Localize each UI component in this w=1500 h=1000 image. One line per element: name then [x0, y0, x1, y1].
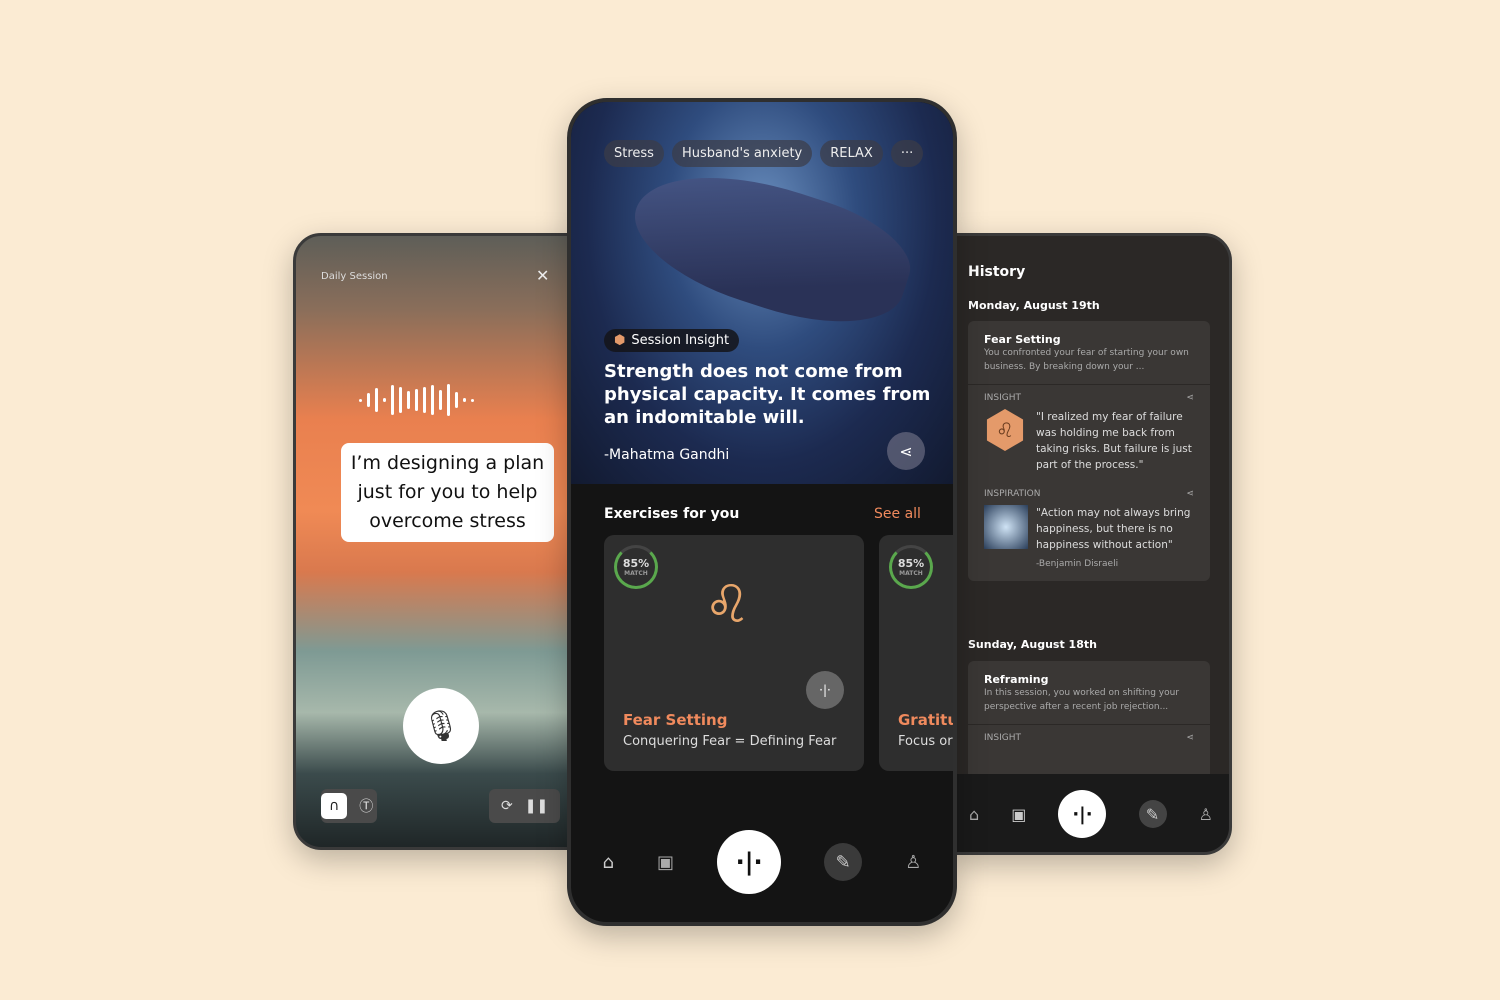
journal-icon[interactable]: ✎	[1138, 800, 1167, 828]
insight-quote: Strength does not come from physical cap…	[604, 361, 931, 428]
profile-icon[interactable]: ♙	[1199, 805, 1213, 824]
refresh-icon[interactable]: ⟳	[501, 798, 513, 814]
insight-label: INSIGHT	[984, 393, 1021, 403]
insight-text: "I realized my fear of failure was holdi…	[1036, 411, 1192, 471]
share-icon[interactable]: ⋖	[1186, 489, 1194, 499]
exercise-subtitle: Conquering Fear = Defining Fear	[623, 734, 837, 749]
tag-chip[interactable]: RELAX	[820, 140, 883, 167]
inspiration-image	[984, 505, 1028, 549]
see-all-link[interactable]: See all	[874, 506, 921, 522]
exercise-card[interactable]: 85% MATCH ♌ ·|· Fear Setting Conquering F…	[604, 535, 864, 771]
share-icon[interactable]: ⋖	[1186, 393, 1194, 403]
match-ring: 85% MATCH	[889, 545, 933, 589]
lion-badge-icon: ♌	[986, 409, 1024, 451]
section-title: Exercises for you	[604, 506, 740, 522]
close-icon[interactable]: ✕	[536, 266, 549, 285]
mode-toggle[interactable]: ∩ Ⓣ	[321, 789, 378, 823]
exercise-title: Fear Setting	[623, 711, 728, 729]
share-icon: ⋖	[899, 441, 913, 461]
home-icon[interactable]: ⌂	[969, 805, 979, 824]
inspiration-author: -Benjamin Disraeli	[1036, 559, 1119, 569]
mic-button[interactable]: 🎙	[403, 688, 479, 764]
session-summary: You confronted your fear of starting you…	[984, 348, 1189, 372]
screen-title: Daily Session	[321, 271, 388, 282]
quote-author: -Mahatma Gandhi	[604, 447, 730, 463]
history-entry[interactable]: Fear Setting You confronted your fear of…	[968, 321, 1210, 581]
home-screen: Stress Husband's anxiety RELAX ··· ⬢ Sess…	[567, 98, 957, 926]
tag-list: Stress Husband's anxiety RELAX ···	[604, 140, 924, 167]
match-ring: 85% MATCH	[614, 545, 658, 589]
session-title: Reframing	[984, 673, 1049, 686]
playback-controls: ⟳ ❚❚	[489, 789, 561, 823]
exercise-subtitle: Focus or	[898, 734, 953, 749]
inspiration-label: INSPIRATION	[984, 489, 1041, 499]
exercise-title: Gratitu	[898, 711, 957, 729]
assistant-caption: I’m designing a plan just for you to hel…	[341, 443, 554, 542]
session-insight-badge: ⬢ Session Insight	[604, 329, 740, 352]
history-entry[interactable]: Reframing In this session, you worked on…	[968, 661, 1210, 781]
hexagon-icon: ⬢	[614, 333, 626, 348]
date-heading: Monday, August 19th	[968, 299, 1100, 312]
bottom-nav: ⌂ ▣ ·|· ✎ ♙	[953, 774, 1229, 852]
page-title: History	[968, 264, 1026, 280]
home-icon[interactable]: ⌂	[603, 852, 614, 873]
bottom-nav: ⌂ ▣ ·|· ✎ ♙	[581, 822, 943, 902]
date-heading: Sunday, August 18th	[968, 638, 1097, 651]
exercise-card[interactable]: 85% MATCH Gratitu Focus or	[879, 535, 957, 771]
voice-icon[interactable]: ·|·	[717, 830, 782, 894]
tag-chip[interactable]: Husband's anxiety	[671, 140, 813, 167]
inspiration-text: "Action may not always bring happiness, …	[1036, 507, 1191, 551]
insight-label: INSIGHT	[984, 733, 1021, 743]
mic-icon: 🎙	[421, 708, 461, 744]
more-icon[interactable]: ···	[890, 140, 924, 167]
daily-session-screen: Daily Session ✕ I’m designing a plan jus…	[293, 233, 578, 850]
tag-chip[interactable]: Stress	[604, 140, 664, 167]
lion-icon: ♌	[704, 575, 751, 635]
journal-icon[interactable]: ✎	[824, 843, 863, 881]
audio-icon[interactable]: ·|·	[806, 671, 844, 709]
headphones-icon[interactable]: ∩	[321, 793, 348, 819]
pause-icon[interactable]: ❚❚	[525, 798, 548, 814]
share-icon[interactable]: ⋖	[1186, 733, 1194, 743]
calendar-icon[interactable]: ▣	[1011, 805, 1026, 824]
text-icon[interactable]: Ⓣ	[359, 796, 373, 816]
voice-waveform	[359, 384, 474, 416]
voice-icon[interactable]: ·|·	[1058, 790, 1107, 838]
history-screen: History Monday, August 19th Fear Setting…	[950, 233, 1232, 855]
session-title: Fear Setting	[984, 333, 1061, 346]
badge-label: Session Insight	[631, 333, 730, 348]
session-summary: In this session, you worked on shifting …	[984, 688, 1180, 712]
whale-illustration	[619, 146, 923, 348]
share-button[interactable]: ⋖	[887, 432, 925, 470]
profile-icon[interactable]: ♙	[905, 852, 921, 873]
calendar-icon[interactable]: ▣	[657, 852, 674, 873]
